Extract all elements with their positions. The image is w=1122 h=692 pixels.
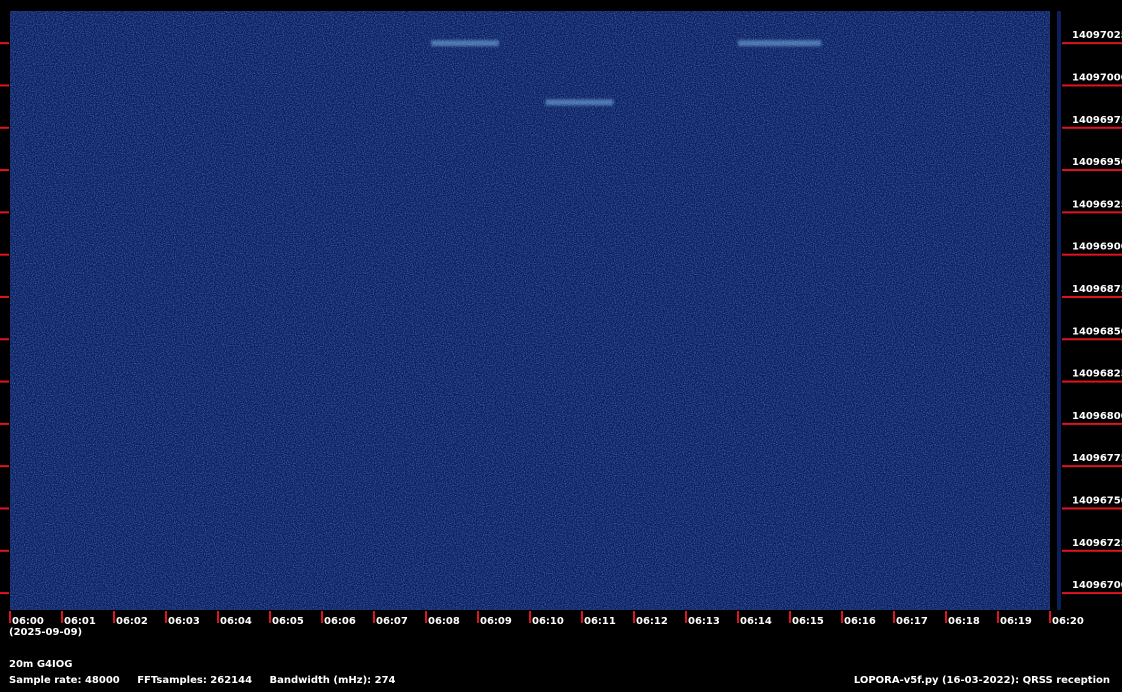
grabber-window: 14097025 14097000 14096975 14096950 14096925… [0,0,1122,692]
y-tick-mark-right [1062,549,1122,552]
spectrogram-chart: 14097025 14097000 14096975 14096950 14096925… [0,11,1122,627]
x-tick-mark [373,611,375,623]
y-tick-mark-left [0,169,9,172]
sample-rate-label: Sample rate: 48000 [9,675,120,686]
bandwidth-label: Bandwidth (mHz): 274 [269,675,396,686]
date-label: (2025-09-09) [9,627,83,638]
y-tick-label: 14096925 [1072,199,1122,210]
signal-trace [738,40,822,47]
y-tick-label: 14096950 [1072,157,1122,168]
x-tick-mark [113,611,115,623]
x-tick-label: 06:13 [688,616,720,627]
y-tick-label: 14096850 [1072,326,1122,337]
x-tick-label: 06:05 [272,616,304,627]
x-tick-mark [685,611,687,623]
x-tick-mark [633,611,635,623]
x-tick-label: 06:06 [324,616,356,627]
x-tick-mark [737,611,739,623]
x-tick-mark [217,611,219,623]
x-tick-label: 06:09 [480,616,512,627]
x-tick-mark [529,611,531,623]
y-tick-label: 14096875 [1072,284,1122,295]
y-tick-mark-right [1062,295,1122,298]
y-tick-mark-left [0,84,9,87]
x-tick-mark [165,611,167,623]
y-tick-mark-left [0,126,9,129]
y-tick-label: 14097000 [1072,72,1122,83]
x-tick-label: 06:15 [792,616,824,627]
y-tick-mark-left [0,253,9,256]
y-tick-mark-right [1062,422,1122,425]
y-tick-mark-left [0,295,9,298]
parameters-line: Sample rate: 48000 FFTsamples: 262144 Ba… [9,675,410,686]
y-tick-label: 14097025 [1072,30,1122,41]
x-tick-mark [789,611,791,623]
y-tick-mark-right [1062,211,1122,214]
y-tick-label: 14096975 [1072,115,1122,126]
y-tick-mark-right [1062,42,1122,45]
x-tick-mark [893,611,895,623]
y-tick-mark-right [1062,592,1122,595]
y-tick-mark-left [0,338,9,341]
y-tick-label: 14096700 [1072,580,1122,591]
y-tick-label: 14096725 [1072,538,1122,549]
y-tick-label: 14096800 [1072,411,1122,422]
y-tick-label: 14096750 [1072,495,1122,506]
x-tick-mark [61,611,63,623]
fft-samples-label: FFTsamples: 262144 [137,675,253,686]
station-label: 20m G4IOG [9,659,73,670]
x-tick-label: 06:03 [168,616,200,627]
x-tick-mark [1049,611,1051,623]
x-tick-label: 06:12 [636,616,668,627]
y-tick-mark-right [1062,253,1122,256]
x-tick-label: 06:11 [584,616,616,627]
x-tick-mark [477,611,479,623]
y-tick-mark-right [1062,507,1122,510]
y-tick-mark-left [0,380,9,383]
x-tick-label: 06:00 [12,616,44,627]
software-label: LOPORA-v5f.py (16-03-2022): QRSS recepti… [853,675,1110,686]
x-tick-label: 06:16 [844,616,876,627]
x-tick-mark [321,611,323,623]
x-tick-label: 06:17 [896,616,928,627]
x-tick-label: 06:18 [948,616,980,627]
y-tick-mark-right [1062,465,1122,468]
x-tick-label: 06:04 [220,616,252,627]
y-tick-mark-right [1062,380,1122,383]
y-tick-mark-left [0,422,9,425]
x-tick-mark [945,611,947,623]
x-tick-mark [425,611,427,623]
x-tick-mark [997,611,999,623]
y-tick-mark-left [0,507,9,510]
x-tick-label: 06:19 [1000,616,1032,627]
y-tick-mark-right [1062,338,1122,341]
x-tick-label: 06:10 [532,616,564,627]
y-tick-mark-left [0,465,9,468]
y-tick-mark-left [0,42,9,45]
x-tick-label: 06:14 [740,616,772,627]
x-tick-label: 06:20 [1052,616,1084,627]
y-tick-mark-right [1062,84,1122,87]
x-tick-mark [269,611,271,623]
spectrogram-right-strip [1057,11,1061,610]
x-tick-mark [581,611,583,623]
y-tick-mark-left [0,549,9,552]
spectrogram-noise [10,11,1050,610]
x-tick-mark [841,611,843,623]
x-tick-label: 06:07 [376,616,408,627]
y-tick-mark-right [1062,169,1122,172]
y-tick-mark-left [0,211,9,214]
x-tick-label: 06:01 [64,616,96,627]
x-axis: 06:00 06:01 06:02 06:03 06:04 06:05 06:06 06:07… [9,611,1084,627]
x-tick-label: 06:02 [116,616,148,627]
y-tick-mark-right [1062,126,1122,129]
y-tick-label: 14096900 [1072,242,1122,253]
x-tick-label: 06:08 [428,616,460,627]
y-tick-mark-left [0,592,9,595]
y-tick-label: 14096825 [1072,369,1122,380]
signal-trace [431,40,499,47]
y-tick-label: 14096775 [1072,453,1122,464]
x-tick-mark [9,611,11,623]
signal-trace [545,99,614,106]
